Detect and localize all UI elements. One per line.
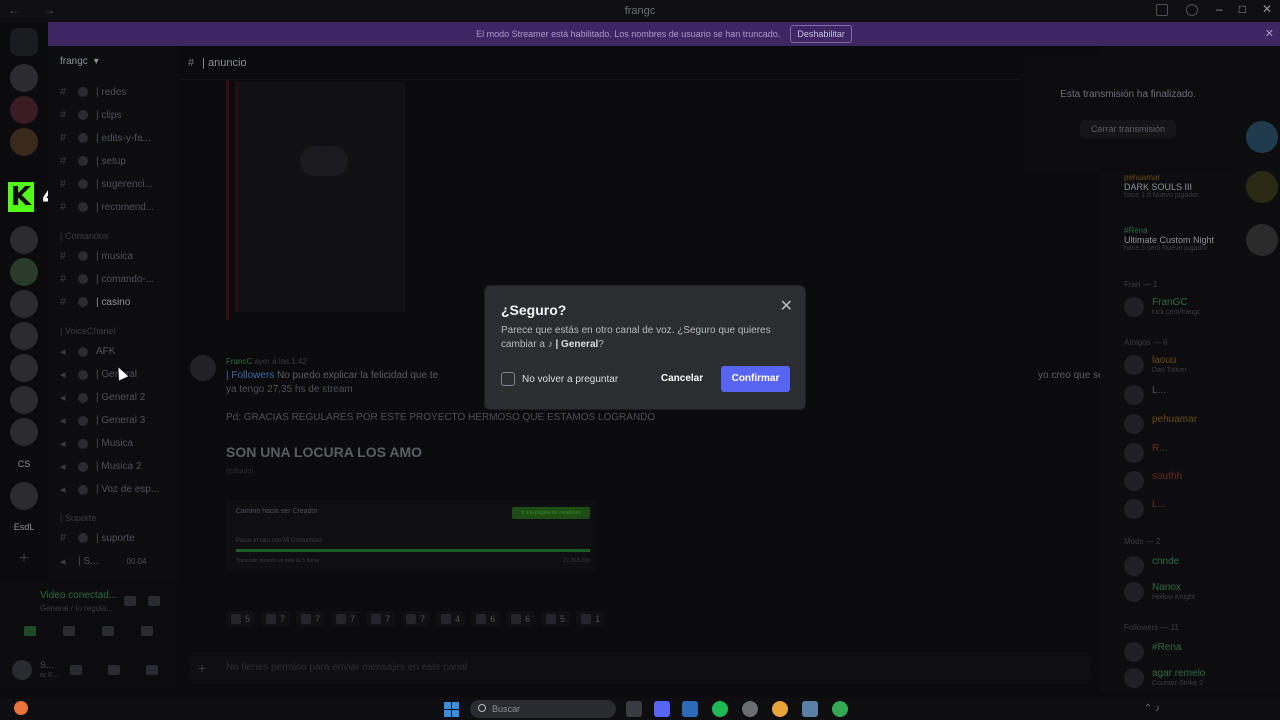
close-window-button[interactable]: ✕ xyxy=(1262,2,1272,16)
spotify-icon[interactable] xyxy=(712,701,728,717)
confirm-button[interactable]: Confirmar xyxy=(721,366,790,392)
taskbar-search[interactable]: Buscar xyxy=(470,700,616,718)
help-icon[interactable] xyxy=(1186,4,1198,16)
file-explorer-icon[interactable] xyxy=(682,701,698,717)
confirm-voice-switch-dialog: ¿Seguro? ✕ Parece que estás en otro cana… xyxy=(484,285,806,410)
dont-ask-again-checkbox[interactable] xyxy=(501,372,515,386)
settings-icon[interactable] xyxy=(802,701,818,717)
windows-start-icon[interactable] xyxy=(444,702,459,717)
weather-icon[interactable] xyxy=(14,701,28,715)
cancel-button[interactable]: Cancelar xyxy=(653,366,711,392)
discord-app-icon[interactable] xyxy=(654,701,670,717)
dialog-title: ¿Seguro? xyxy=(501,302,567,318)
inbox-icon[interactable] xyxy=(1156,4,1168,16)
task-view-icon[interactable] xyxy=(626,701,642,717)
close-icon[interactable]: ✕ xyxy=(780,296,793,316)
search-icon xyxy=(478,704,486,712)
chrome-icon[interactable] xyxy=(772,701,788,717)
dont-ask-again-label[interactable]: No volver a preguntar xyxy=(522,374,618,385)
minimize-button[interactable]: – xyxy=(1216,2,1223,16)
speaker-icon: ♪ xyxy=(547,339,553,350)
obs-icon[interactable] xyxy=(742,701,758,717)
window-title: frangc xyxy=(624,5,656,17)
system-tray[interactable]: ⌃ ♪ xyxy=(1144,703,1160,714)
windows-taskbar: Buscar ⌃ ♪ xyxy=(0,698,1280,720)
maximize-button[interactable]: □ xyxy=(1239,2,1246,16)
title-bar: ← → frangc – □ ✕ xyxy=(0,0,1280,22)
chrome-profile-icon[interactable] xyxy=(832,701,848,717)
dialog-description: Parece que estás en otro canal de voz. ¿… xyxy=(501,325,771,350)
